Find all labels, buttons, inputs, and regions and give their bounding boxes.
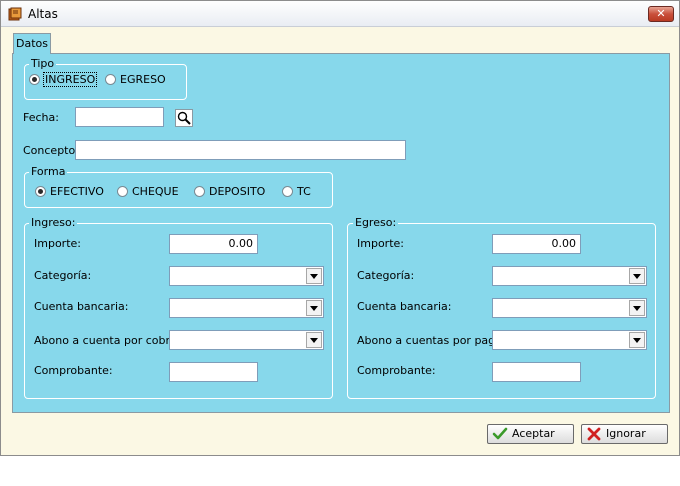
forma-cheque-radio[interactable]: [117, 186, 128, 197]
chevron-down-icon[interactable]: [629, 268, 645, 284]
ingreso-comprobante-field[interactable]: [169, 362, 258, 382]
egreso-cuenta-label: Cuenta bancaria:: [357, 300, 452, 313]
tipo-legend: Tipo: [29, 57, 57, 70]
egreso-legend: Egreso:: [353, 216, 399, 229]
tipo-ingreso-radio[interactable]: [29, 74, 40, 85]
egreso-comprobante-field[interactable]: [492, 362, 581, 382]
title-bar[interactable]: Altas ✕: [1, 1, 679, 27]
window-title: Altas: [28, 7, 58, 21]
ignorar-label: Ignorar: [606, 427, 646, 440]
ingreso-importe-label: Importe:: [34, 237, 81, 250]
tipo-ingreso-label: INGRESO: [43, 72, 98, 87]
ingreso-categoria-select[interactable]: [169, 266, 324, 286]
egreso-importe-label: Importe:: [357, 237, 404, 250]
egreso-abono-label: Abono a cuentas por pagar:: [357, 334, 510, 347]
forma-efectivo-radio[interactable]: [35, 186, 46, 197]
concepto-field[interactable]: [75, 140, 406, 160]
forma-efectivo-label[interactable]: EFECTIVO: [50, 185, 104, 198]
ingreso-comprobante-label: Comprobante:: [34, 364, 113, 377]
fecha-label: Fecha:: [23, 111, 59, 124]
tipo-egreso-label[interactable]: EGRESO: [120, 73, 166, 86]
ingreso-cuenta-select[interactable]: [169, 298, 324, 318]
ingreso-abono-label: Abono a cuenta por cobrar:: [34, 334, 185, 347]
tab-datos[interactable]: Datos: [13, 33, 51, 54]
egreso-importe-field[interactable]: 0.00: [492, 234, 581, 254]
egreso-categoria-label: Categoría:: [357, 269, 415, 282]
close-icon: ✕: [656, 7, 666, 20]
chevron-down-icon[interactable]: [306, 300, 322, 316]
tab-datos-label: Datos: [16, 37, 48, 50]
fecha-field[interactable]: [75, 107, 164, 127]
book-icon: [8, 7, 22, 21]
check-icon: [492, 427, 508, 440]
chevron-down-icon[interactable]: [306, 332, 322, 348]
ingreso-categoria-label: Categoría:: [34, 269, 92, 282]
forma-cheque-label[interactable]: CHEQUE: [132, 185, 179, 198]
altas-dialog: Altas ✕ Datos Tipo INGRESO EGRESO Fecha:…: [0, 0, 680, 456]
egreso-comprobante-label: Comprobante:: [357, 364, 436, 377]
tipo-ingreso-label-wrap[interactable]: INGRESO: [43, 72, 98, 87]
fecha-search-button[interactable]: [175, 109, 193, 127]
chevron-down-icon[interactable]: [629, 332, 645, 348]
egreso-abono-select[interactable]: [492, 330, 647, 350]
magnifier-icon: [177, 111, 191, 125]
forma-tc-radio[interactable]: [282, 186, 293, 197]
aceptar-button[interactable]: Aceptar: [487, 424, 574, 444]
ingreso-legend: Ingreso:: [29, 216, 78, 229]
forma-legend: Forma: [29, 165, 68, 178]
forma-deposito-radio[interactable]: [194, 186, 205, 197]
ignorar-button[interactable]: Ignorar: [581, 424, 668, 444]
egreso-categoria-select[interactable]: [492, 266, 647, 286]
concepto-label: Concepto:: [23, 144, 79, 157]
x-icon: [587, 427, 601, 441]
ingreso-abono-select[interactable]: [169, 330, 324, 350]
chevron-down-icon[interactable]: [629, 300, 645, 316]
forma-deposito-label[interactable]: DEPOSITO: [209, 185, 265, 198]
egreso-cuenta-select[interactable]: [492, 298, 647, 318]
chevron-down-icon[interactable]: [306, 268, 322, 284]
ingreso-importe-field[interactable]: 0.00: [169, 234, 258, 254]
ingreso-cuenta-label: Cuenta bancaria:: [34, 300, 129, 313]
aceptar-label: Aceptar: [512, 427, 555, 440]
tipo-egreso-radio[interactable]: [105, 74, 116, 85]
close-button[interactable]: ✕: [648, 6, 674, 22]
forma-tc-label[interactable]: TC: [297, 185, 311, 198]
